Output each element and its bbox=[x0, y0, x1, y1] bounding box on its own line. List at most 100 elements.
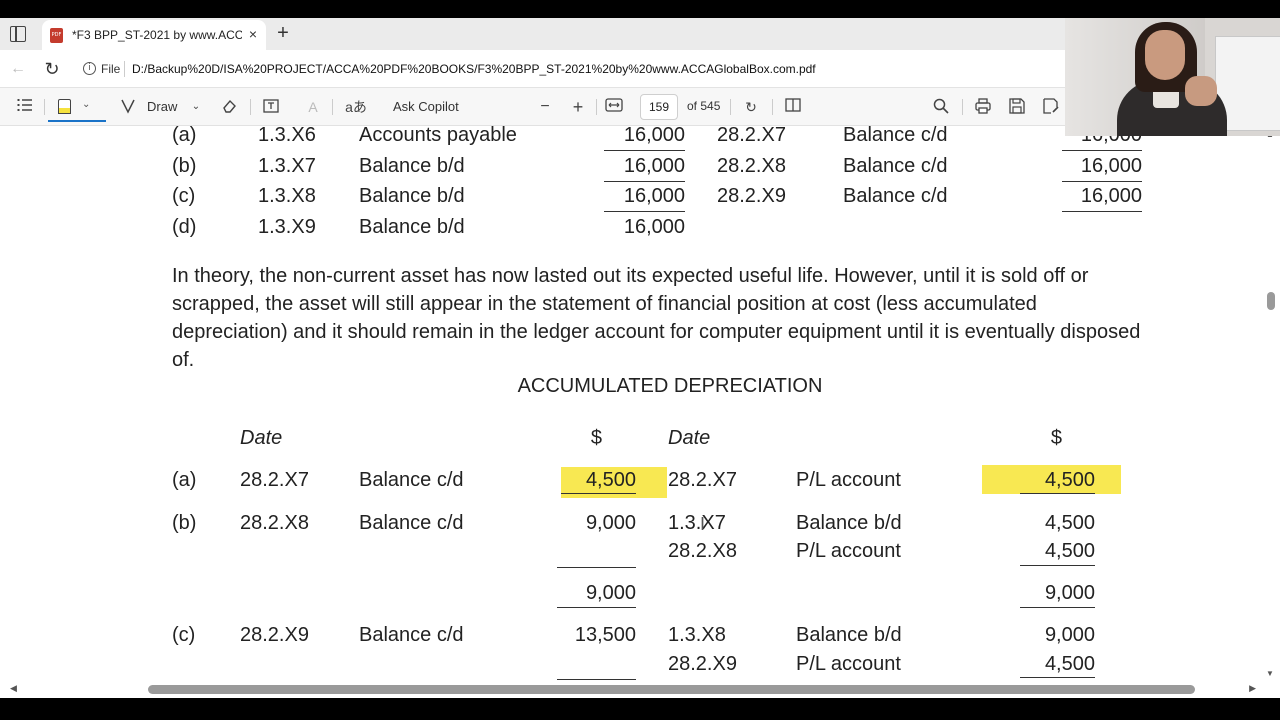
row-label: (b) bbox=[172, 155, 197, 177]
row-date2a: 1.3.X7 bbox=[668, 512, 726, 534]
underline bbox=[1020, 677, 1095, 678]
underline bbox=[1062, 211, 1142, 212]
underline bbox=[557, 607, 636, 608]
row-desc: Balance c/d bbox=[359, 624, 464, 646]
save-as-icon[interactable] bbox=[1040, 98, 1062, 116]
url-field[interactable]: D:/Backup%20D/ISA%20PROJECT/ACCA%20PDF%2… bbox=[132, 62, 1052, 78]
tab-active[interactable]: *F3 BPP_ST-2021 by www.ACCAGlobalBox.com… bbox=[42, 20, 266, 50]
row-desc: Balance b/d bbox=[359, 216, 465, 238]
scroll-thumb[interactable] bbox=[148, 685, 1195, 694]
row-amount: 13,500 bbox=[574, 624, 636, 646]
row-desc: Balance c/d bbox=[359, 469, 464, 491]
ask-copilot-button[interactable]: Ask Copilot bbox=[393, 99, 459, 114]
row-date2: 28.2.X7 bbox=[717, 126, 786, 146]
row-date2b: 28.2.X9 bbox=[668, 653, 737, 675]
pdf-page: (a) 1.3.X6 Accounts payable 16,000 28.2.… bbox=[0, 126, 1280, 696]
page-number-input[interactable]: 159 bbox=[640, 94, 678, 120]
search-icon[interactable] bbox=[930, 98, 952, 116]
row-label: (d) bbox=[172, 216, 197, 238]
row-desc2: P/L account bbox=[796, 469, 901, 491]
draw-button-label[interactable]: Draw bbox=[147, 99, 177, 114]
row-desc: Balance b/d bbox=[359, 155, 465, 177]
row-date2b: 28.2.X8 bbox=[668, 540, 737, 562]
site-info-chip[interactable]: i File bbox=[80, 59, 122, 79]
new-tab-button[interactable]: + bbox=[272, 22, 294, 44]
translate-icon[interactable]: aあ bbox=[344, 98, 368, 116]
vertical-scrollbar[interactable]: ▲ ▼ bbox=[1262, 126, 1280, 682]
text-box-icon[interactable] bbox=[260, 98, 282, 116]
tab-close-icon[interactable]: × bbox=[244, 25, 262, 43]
underline bbox=[1020, 607, 1095, 608]
page-view-icon[interactable] bbox=[782, 98, 804, 116]
row-amount: 16,000 bbox=[623, 216, 685, 238]
scroll-right-icon[interactable]: ▶ bbox=[1249, 683, 1256, 694]
page-total: of 545 bbox=[687, 99, 721, 113]
row-amount2: 4,500 bbox=[1044, 469, 1095, 491]
row-amount: 16,000 bbox=[623, 126, 685, 146]
row-desc: Balance c/d bbox=[359, 512, 464, 534]
tab-title: *F3 BPP_ST-2021 by www.ACCAGlobalBox.com… bbox=[72, 28, 242, 42]
presenter-hand bbox=[1185, 76, 1217, 106]
row-desc2: Balance c/d bbox=[843, 126, 948, 146]
row-amount: 9,000 bbox=[585, 512, 636, 534]
row-desc: Balance b/d bbox=[359, 185, 465, 207]
row-date: 1.3.X6 bbox=[258, 126, 316, 146]
rotate-icon[interactable]: ↻ bbox=[740, 98, 762, 116]
tab-actions-icon[interactable] bbox=[10, 26, 26, 42]
highlight-button[interactable]: ⌄ bbox=[48, 92, 106, 122]
row-date: 28.2.X9 bbox=[240, 624, 309, 646]
row-amount2a: 4,500 bbox=[1044, 512, 1095, 534]
print-icon[interactable] bbox=[972, 98, 994, 116]
zoom-in-button[interactable]: + bbox=[569, 98, 587, 116]
row-total2: 9,000 bbox=[1044, 582, 1095, 604]
row-date: 28.2.X8 bbox=[240, 512, 309, 534]
header-dollar: $ bbox=[590, 427, 602, 449]
scroll-thumb[interactable] bbox=[1267, 292, 1275, 310]
row-date: 1.3.X7 bbox=[258, 155, 316, 177]
divider bbox=[962, 99, 963, 115]
underline bbox=[1062, 150, 1142, 151]
underline bbox=[1062, 181, 1142, 182]
back-button[interactable]: ← bbox=[8, 59, 28, 79]
section-title: ACCUMULATED DEPRECIATION bbox=[517, 375, 823, 397]
zoom-out-button[interactable]: − bbox=[536, 98, 554, 116]
underline bbox=[557, 567, 636, 568]
text-cursor-icon: I bbox=[700, 514, 706, 534]
reload-button[interactable]: ↻ bbox=[42, 59, 62, 79]
scroll-left-icon[interactable]: ◀ bbox=[10, 683, 17, 694]
chevron-down-icon[interactable]: ⌄ bbox=[190, 98, 202, 116]
row-label: (c) bbox=[172, 624, 196, 646]
fit-page-icon[interactable] bbox=[603, 98, 625, 116]
divider bbox=[332, 99, 333, 115]
row-amount: 16,000 bbox=[623, 155, 685, 177]
body-paragraph: In theory, the non-current asset has now… bbox=[172, 265, 1141, 371]
draw-icon[interactable] bbox=[118, 98, 138, 116]
scroll-down-icon[interactable]: ▼ bbox=[1266, 669, 1274, 678]
row-amount2: 16,000 bbox=[1080, 185, 1142, 207]
row-label: (c) bbox=[172, 185, 196, 207]
row-amount: 16,000 bbox=[623, 185, 685, 207]
underline bbox=[604, 211, 685, 212]
divider bbox=[596, 99, 597, 115]
scheme-label: File bbox=[101, 62, 121, 76]
row-date: 28.2.X7 bbox=[240, 469, 309, 491]
row-amount2b: 4,500 bbox=[1044, 653, 1095, 675]
sidebar-icon[interactable] bbox=[14, 98, 36, 116]
row-date2: 28.2.X8 bbox=[717, 155, 786, 177]
chevron-down-icon: ⌄ bbox=[82, 99, 91, 110]
row-amount2: 16,000 bbox=[1080, 155, 1142, 177]
underline bbox=[1020, 565, 1095, 566]
horizontal-scrollbar[interactable]: ◀ ▶ bbox=[0, 682, 1280, 698]
read-aloud-icon[interactable]: A bbox=[302, 98, 324, 116]
divider bbox=[44, 99, 45, 115]
row-label: (a) bbox=[172, 469, 197, 491]
underline bbox=[561, 493, 636, 494]
row-date2a: 1.3.X8 bbox=[668, 624, 726, 646]
save-icon[interactable] bbox=[1006, 98, 1028, 116]
divider bbox=[124, 61, 125, 77]
row-date2: 28.2.X9 bbox=[717, 185, 786, 207]
underline bbox=[557, 679, 636, 680]
divider bbox=[730, 99, 731, 115]
underline bbox=[604, 181, 685, 182]
eraser-icon[interactable] bbox=[218, 98, 240, 116]
